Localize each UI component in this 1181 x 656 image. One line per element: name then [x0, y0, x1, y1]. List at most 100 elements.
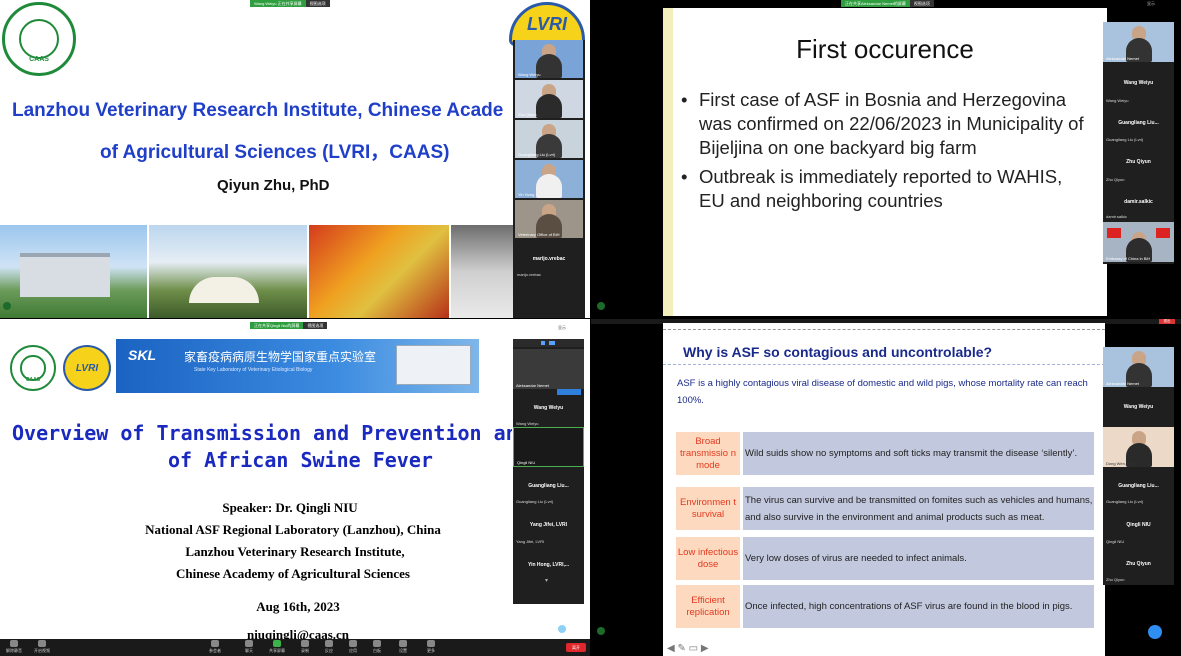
more-button[interactable]: 更多	[420, 640, 442, 654]
screen-share-banner[interactable]: 正在共享Qingli Niu的屏幕 视图选项	[250, 322, 328, 329]
participant-label: Qingli NIU	[1106, 539, 1125, 544]
affiliation-line: National ASF Regional Laboratory (Lanzho…	[145, 522, 441, 537]
skl-banner: SKL 家畜疫病病原生物学国家重点实验室 State Key Laborator…	[116, 339, 479, 393]
participant-label: Yang Jifei, LVRI	[516, 539, 545, 544]
participant-video[interactable]: Qingli NIU	[513, 427, 584, 467]
slide-nav-controls[interactable]: ◀ ✎ ▭ ▶	[667, 643, 709, 654]
leave-button[interactable]: 离开	[566, 643, 586, 652]
participant-name-tile[interactable]: Guangliang Liu...	[1103, 120, 1174, 126]
participant-video[interactable]: Zhu Qiyun	[515, 80, 583, 118]
participant-label: Wang Weiyu	[516, 421, 539, 426]
whiteboard-button[interactable]: 白板	[366, 640, 388, 654]
autumn-trees-photo	[309, 225, 449, 318]
participant-panel: Aleksandar Nemet Wang Weiyu Dong Wen, LV…	[1103, 347, 1174, 585]
bullet-item: Outbreak is immediately reported to WAHI…	[681, 165, 1091, 213]
participant-name-tile[interactable]: Yin Hong, LVRI,...	[513, 562, 584, 568]
panel-blue-button[interactable]	[557, 389, 581, 395]
reaction-icon[interactable]	[558, 625, 566, 633]
participant-video[interactable]: Aleksandar Nemet	[1103, 347, 1174, 387]
screen-share-banner[interactable]: 正在共享Aleksandar Nemet的屏幕 视图选项	[841, 0, 934, 7]
date-line: Aug 16th, 2023	[256, 599, 340, 614]
slide-title: First occurence	[796, 34, 974, 64]
row-label: Low infectious dose	[676, 537, 740, 580]
participant-name-tile[interactable]: Guangliang Liu...	[1103, 483, 1174, 489]
view-options-button[interactable]: 视图选项	[303, 322, 328, 329]
slide-intro: ASF is a highly contagious viral disease…	[677, 378, 1088, 406]
reactions-button[interactable]: 反应	[318, 640, 340, 654]
participant-name-tile[interactable]: Qingli NIU	[1103, 522, 1174, 528]
affiliation-line: Chinese Academy of Agricultural Sciences	[176, 566, 410, 581]
participant-video[interactable]: Wang Weiyu	[515, 40, 583, 78]
row-text: Wild suids show no symptoms and soft tic…	[743, 432, 1094, 475]
exit-button[interactable]: 退出	[1159, 319, 1175, 324]
meeting-window-lvri-intro: Wang Weiyu 正在共享屏幕 视图选项 CAAS LVRI Lanzhou…	[0, 0, 590, 318]
slide-title-line2: of Agricultural Sciences (LVRI，CAAS)	[100, 142, 450, 163]
participant-video[interactable]: Yin Hong	[515, 160, 583, 198]
caas-logo: CAAS	[2, 2, 76, 76]
record-button[interactable]: 录制	[294, 640, 316, 654]
table-row: Broad transmissio n mode Wild suids show…	[676, 432, 1094, 475]
presenter-name: Qiyun Zhu, PhD	[217, 177, 330, 194]
view-options-button[interactable]: 视图选项	[909, 0, 934, 7]
participant-video[interactable]: Veterinary Office of BiH	[515, 200, 583, 238]
participant-video[interactable]: Dong Wen, LVRI	[1103, 427, 1174, 467]
bullet-list: First case of ASF in Bosnia and Herzegov…	[681, 88, 1091, 218]
display-button[interactable]: 显示	[1147, 1, 1155, 7]
participant-name-tile[interactable]: Guangliang Liu...	[513, 483, 584, 489]
snow-trees-photo	[451, 225, 513, 318]
share-status: 正在共享Qingli Niu的屏幕	[250, 322, 304, 329]
table-row: Efficient replication Once infected, hig…	[676, 585, 1094, 628]
row-text: Very low doses of virus are needed to in…	[743, 537, 1094, 580]
participant-panel: Wang Weiyu Zhu Qiyun Guangliang Liu (Lvr…	[513, 40, 585, 318]
participants-button[interactable]: 参会者	[204, 640, 226, 654]
share-status: 正在共享Aleksandar Nemet的屏幕	[841, 0, 910, 7]
view-options-button[interactable]: 视图选项	[305, 0, 330, 7]
mute-button[interactable]: 解除静音	[3, 640, 25, 654]
row-label: Broad transmissio n mode	[676, 432, 740, 475]
participant-label: Guangliang Liu (Lvri)	[1106, 499, 1144, 504]
table-row: Low infectious dose Very low doses of vi…	[676, 537, 1094, 580]
participant-name-tile[interactable]: Wang Weiyu	[513, 405, 584, 411]
participant-name-tile[interactable]: marijo.vrebac	[513, 256, 585, 262]
speaker-line: Speaker: Dr. Qingli NIU	[222, 500, 358, 515]
meeting-window-asf-overview: 正在共享Qingli Niu的屏幕 视图选项 显示 CAAS LVRI SKL …	[0, 319, 590, 656]
status-icon	[597, 302, 605, 310]
campus-building-photo	[0, 225, 147, 318]
scroll-down-icon[interactable]: ▾	[545, 577, 548, 584]
participant-name-tile[interactable]: Zhu Qiyun	[1103, 159, 1174, 165]
video-button[interactable]: 开启视频	[31, 640, 53, 654]
row-text: Once infected, high concentrations of AS…	[743, 585, 1094, 628]
participant-label: damir.salkic	[1106, 214, 1127, 219]
slide-title: Lanzhou Veterinary Research Institute, C…	[12, 100, 504, 121]
participant-video[interactable]: Aleksandar Nemet	[1103, 22, 1174, 62]
apps-button[interactable]: 应用	[342, 640, 364, 654]
skl-english: State Key Laboratory of Veterinary Etiol…	[194, 367, 313, 373]
participant-video[interactable]: Guangliang Liu (Lvri)	[515, 120, 583, 158]
meeting-window-first-occurence: 正在共享Aleksandar Nemet的屏幕 视图选项 显示 First oc…	[591, 0, 1181, 318]
participant-name-tile[interactable]: Wang Weiyu	[1103, 404, 1174, 410]
participant-name-tile[interactable]: Zhu Qiyun	[1103, 561, 1174, 567]
slide-title-line2: of African Swine Fever	[168, 448, 433, 472]
share-screen-button[interactable]: 共享屏幕	[266, 640, 288, 654]
meeting-window-asf-contagious: 退出 Why is ASF so contagious and uncontro…	[591, 319, 1181, 656]
table-row: Environmen t survival The virus can surv…	[676, 487, 1094, 530]
lvri-logo: LVRI	[63, 345, 111, 391]
screen-share-banner[interactable]: Wang Weiyu 正在共享屏幕 视图选项	[250, 0, 330, 7]
settings-button[interactable]: 设置	[392, 640, 414, 654]
participant-video[interactable]: Aleksandar Nemet	[513, 349, 584, 389]
participant-name-tile[interactable]: Yang Jifei, LVRI	[513, 522, 584, 528]
panel-toolbar[interactable]	[513, 339, 584, 347]
participant-name-tile[interactable]: damir.salkic	[1103, 199, 1174, 205]
caas-logo: CAAS	[10, 345, 56, 391]
participant-label: Zhu Qiyun	[1106, 177, 1125, 182]
chat-button[interactable]: 聊天	[238, 640, 260, 654]
reaction-icon[interactable]	[1148, 625, 1162, 639]
participant-video[interactable]: Embassy of China in BiH	[1103, 222, 1174, 262]
affiliation-line: Lanzhou Veterinary Research Institute,	[185, 544, 405, 559]
participant-label: Guangliang Liu (Lvri)	[1106, 137, 1144, 142]
status-icon	[597, 627, 605, 635]
display-button[interactable]: 显示	[558, 325, 566, 331]
participant-label: marijo.vrebac	[517, 272, 542, 277]
share-status: Wang Weiyu 正在共享屏幕	[250, 0, 306, 7]
participant-name-tile[interactable]: Wang Weiyu	[1103, 80, 1174, 86]
